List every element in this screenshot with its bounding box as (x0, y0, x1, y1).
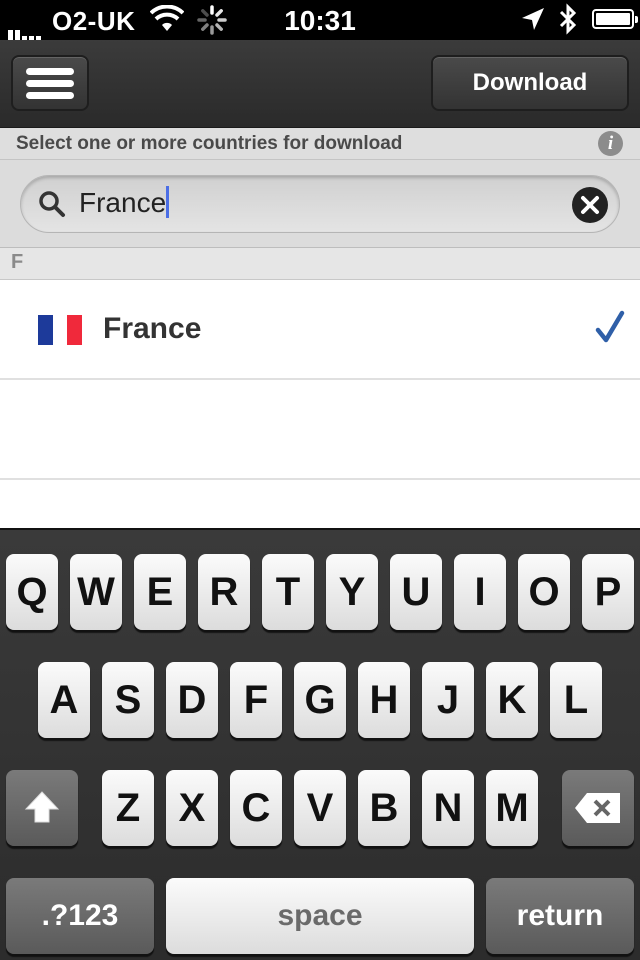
space-key[interactable]: space (166, 878, 474, 954)
location-arrow-icon (520, 6, 546, 37)
search-icon (38, 190, 66, 223)
checkmark-icon (595, 310, 625, 349)
key-m[interactable]: M (486, 770, 538, 846)
key-g[interactable]: G (294, 662, 346, 738)
key-j[interactable]: J (422, 662, 474, 738)
key-b[interactable]: B (358, 770, 410, 846)
list-item-france[interactable]: France (0, 280, 640, 380)
search-query-text: France (79, 187, 167, 218)
key-h[interactable]: H (358, 662, 410, 738)
status-bar: O2-UK 10:31 (0, 0, 640, 40)
text-cursor (166, 186, 170, 218)
key-a[interactable]: A (38, 662, 90, 738)
download-button[interactable]: Download (431, 55, 629, 111)
key-d[interactable]: D (166, 662, 218, 738)
key-x[interactable]: X (166, 770, 218, 846)
search-bar: France (0, 160, 640, 248)
return-key[interactable]: return (486, 878, 634, 954)
backspace-icon (575, 793, 620, 823)
clear-search-button[interactable] (572, 187, 608, 223)
menu-icon-bar (26, 80, 74, 87)
numbers-key[interactable]: .?123 (6, 878, 154, 954)
menu-icon-bar (26, 68, 74, 75)
menu-icon-bar (26, 92, 74, 99)
key-f[interactable]: F (230, 662, 282, 738)
country-name: France (103, 312, 202, 345)
key-p[interactable]: P (582, 554, 634, 630)
section-letter: F (11, 251, 24, 273)
close-icon (581, 196, 599, 214)
key-k[interactable]: K (486, 662, 538, 738)
key-i[interactable]: I (454, 554, 506, 630)
list-item (0, 380, 640, 480)
key-n[interactable]: N (422, 770, 474, 846)
country-list[interactable]: France (0, 280, 640, 580)
key-v[interactable]: V (294, 770, 346, 846)
shift-arrow-icon (24, 791, 60, 823)
bluetooth-icon (558, 3, 578, 40)
key-l[interactable]: L (550, 662, 602, 738)
key-c[interactable]: C (230, 770, 282, 846)
key-e[interactable]: E (134, 554, 186, 630)
search-input[interactable]: France (20, 175, 620, 233)
info-icon[interactable]: i (598, 131, 623, 156)
key-u[interactable]: U (390, 554, 442, 630)
france-flag-icon (38, 315, 83, 345)
keyboard: Q W E R T Y U I O P A S D F G H J K L Z … (0, 528, 640, 960)
menu-button[interactable] (11, 55, 89, 111)
key-r[interactable]: R (198, 554, 250, 630)
instruction-text: Select one or more countries for downloa… (16, 133, 403, 154)
instruction-bar: Select one or more countries for downloa… (0, 128, 640, 160)
key-t[interactable]: T (262, 554, 314, 630)
shift-key[interactable] (6, 770, 78, 846)
key-z[interactable]: Z (102, 770, 154, 846)
key-w[interactable]: W (70, 554, 122, 630)
key-y[interactable]: Y (326, 554, 378, 630)
battery-icon (592, 9, 638, 29)
section-header: F (0, 248, 640, 280)
backspace-key[interactable] (562, 770, 634, 846)
key-q[interactable]: Q (6, 554, 58, 630)
navigation-bar: Download (0, 40, 640, 128)
key-s[interactable]: S (102, 662, 154, 738)
key-o[interactable]: O (518, 554, 570, 630)
